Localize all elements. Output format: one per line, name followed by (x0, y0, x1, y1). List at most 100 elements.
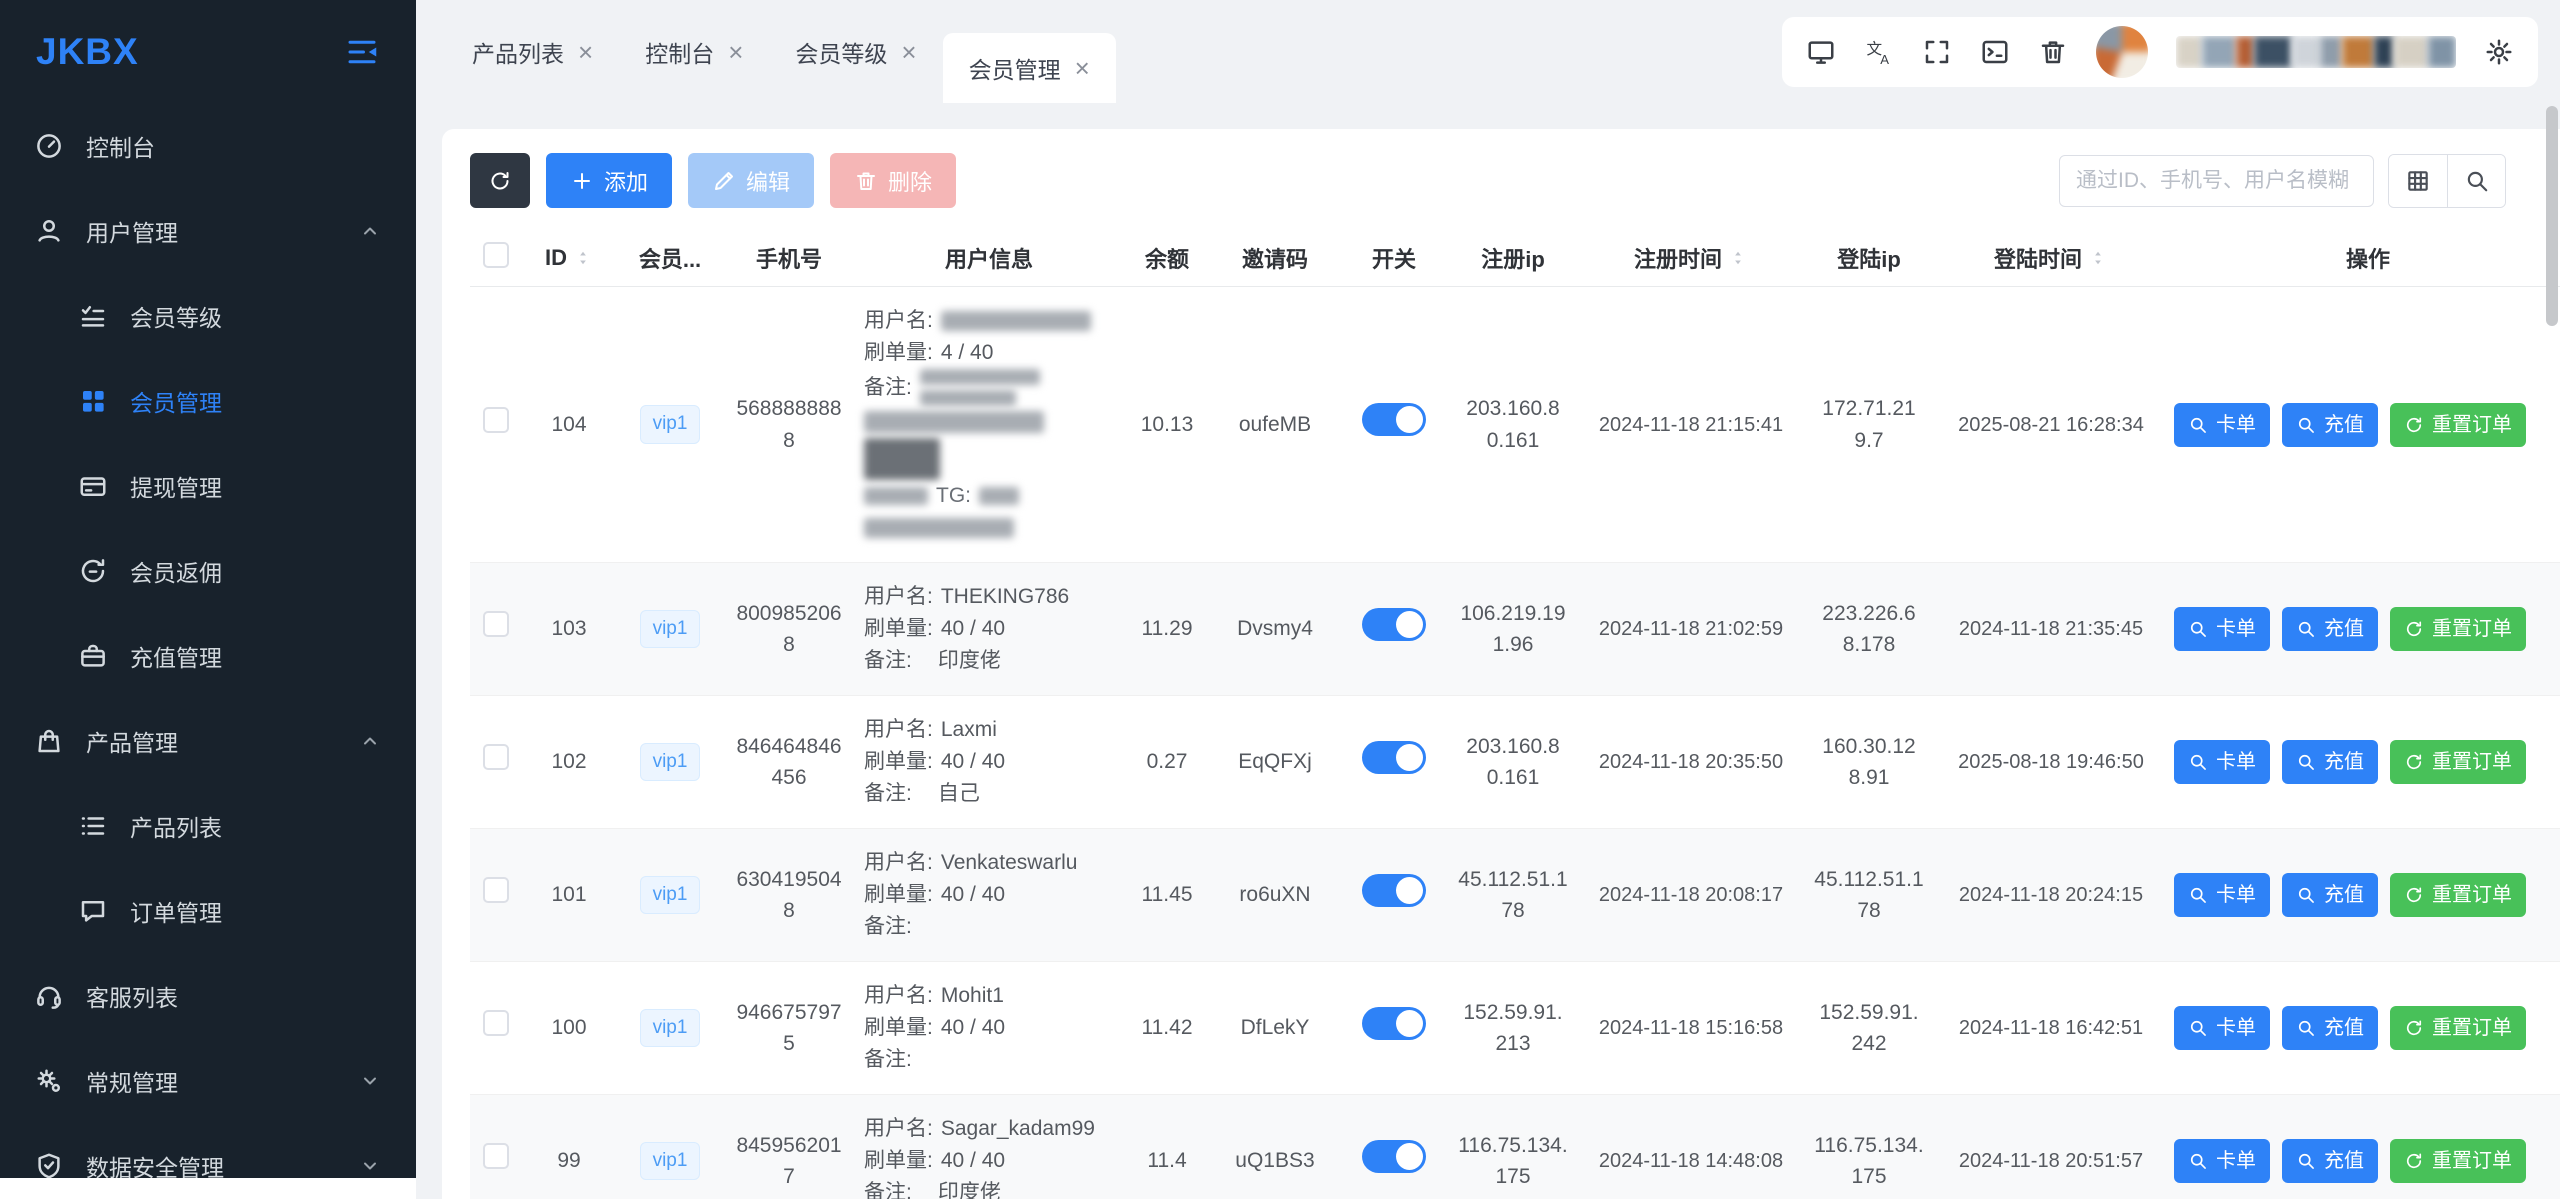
trash-icon[interactable] (2038, 37, 2068, 67)
fullscreen-icon[interactable] (1922, 37, 1952, 67)
sidebar-item-member-level[interactable]: 会员等级 (0, 273, 416, 358)
action-reset-order-button[interactable]: 重置订单 (2390, 1139, 2526, 1183)
sidebar-item-recharge-management[interactable]: 充值管理 (0, 613, 416, 698)
action-recharge-button[interactable]: 充值 (2282, 1006, 2378, 1050)
vip-badge: vip1 (640, 1142, 701, 1181)
action-reset-order-button[interactable]: 重置订单 (2390, 607, 2526, 651)
action-recharge-button[interactable]: 充值 (2282, 1139, 2378, 1183)
edit-button[interactable]: 编辑 (688, 153, 814, 208)
col-reg_ip: 注册ip (1448, 230, 1578, 287)
row-checkbox[interactable] (483, 1143, 509, 1169)
redacted-block (2236, 36, 2254, 68)
status-toggle[interactable] (1362, 608, 1426, 641)
refresh-button[interactable] (470, 153, 530, 208)
action-reset-order-button[interactable]: 重置订单 (2390, 403, 2526, 447)
cell-balance: 11.45 (1124, 829, 1210, 962)
cell-user-info: 用户名:THEKING786刷单量:40 / 40备注:印度佬 (854, 563, 1124, 696)
sidebar-item-data-security[interactable]: 数据安全管理 (0, 1123, 416, 1178)
cell-phone: 8459562017 (724, 1095, 854, 1199)
action-card-order-button[interactable]: 卡单 (2174, 607, 2270, 651)
field-label: 刷单量: (864, 746, 933, 778)
row-checkbox[interactable] (483, 611, 509, 637)
close-icon[interactable]: × (1075, 55, 1090, 81)
action-label: 卡单 (2216, 1146, 2256, 1176)
tab-product-list[interactable]: 产品列表× (446, 0, 619, 103)
user-info-line: 刷单量:40 / 40 (864, 1012, 1114, 1044)
terminal-icon[interactable] (1980, 37, 2010, 67)
col-id[interactable]: ID (522, 230, 616, 287)
close-icon[interactable]: × (728, 39, 743, 65)
status-toggle[interactable] (1362, 1007, 1426, 1040)
action-reset-order-button[interactable]: 重置订单 (2390, 740, 2526, 784)
translate-icon[interactable]: 文A (1864, 37, 1894, 67)
action-card-order-button[interactable]: 卡单 (2174, 1006, 2270, 1050)
sidebar-item-general-management[interactable]: 常规管理 (0, 1038, 416, 1123)
cell-id: 99 (522, 1095, 616, 1199)
gear-icon[interactable] (2484, 37, 2514, 67)
row-checkbox[interactable] (483, 407, 509, 433)
action-card-order-button[interactable]: 卡单 (2174, 403, 2270, 447)
row-checkbox[interactable] (483, 877, 509, 903)
sidebar-item-product-management[interactable]: 产品管理 (0, 698, 416, 783)
cell-actions: 卡单充值重置订单 (2168, 829, 2560, 962)
select-all-checkbox[interactable] (483, 242, 509, 268)
col-login_time[interactable]: 登陆时间 (1934, 230, 2168, 287)
sidebar-item-service-list[interactable]: 客服列表 (0, 953, 416, 1038)
action-reset-order-button[interactable]: 重置订单 (2390, 873, 2526, 917)
sidebar-item-product-list[interactable]: 产品列表 (0, 783, 416, 868)
status-toggle[interactable] (1362, 874, 1426, 907)
cell-actions: 卡单充值重置订单 (2168, 962, 2560, 1095)
sidebar-item-withdraw-management[interactable]: 提现管理 (0, 443, 416, 528)
action-recharge-button[interactable]: 充值 (2282, 740, 2378, 784)
tab-member-level[interactable]: 会员等级 × (769, 0, 942, 103)
sidebar-item-user-management[interactable]: 用户管理 (0, 188, 416, 273)
search-input[interactable] (2059, 155, 2374, 207)
sidebar-collapse-icon[interactable] (344, 34, 380, 70)
action-recharge-button[interactable]: 充值 (2282, 873, 2378, 917)
monitor-icon[interactable] (1806, 37, 1836, 67)
status-toggle[interactable] (1362, 403, 1426, 436)
close-icon[interactable]: × (578, 39, 593, 65)
add-button[interactable]: 添加 (546, 153, 672, 208)
field-label: 用户名: (864, 980, 933, 1012)
magnifier-icon (2188, 1151, 2208, 1171)
tab-member-management[interactable]: 会员管理× (943, 33, 1116, 103)
grid-icon (78, 386, 108, 416)
sidebar-item-dashboard[interactable]: 控制台 (0, 103, 416, 188)
avatar[interactable] (2096, 26, 2148, 78)
reset-icon (2404, 1151, 2424, 1171)
status-toggle[interactable] (1362, 1140, 1426, 1173)
row-checkbox[interactable] (483, 1010, 509, 1036)
sidebar-item-order-management[interactable]: 订单管理 (0, 868, 416, 953)
row-checkbox[interactable] (483, 744, 509, 770)
cell-phone: 8009852068 (724, 563, 854, 696)
action-recharge-button[interactable]: 充值 (2282, 403, 2378, 447)
columns-button[interactable] (2389, 155, 2447, 207)
action-card-order-button[interactable]: 卡单 (2174, 1139, 2270, 1183)
action-reset-order-button[interactable]: 重置订单 (2390, 1006, 2526, 1050)
cell-user-info: 用户名:Laxmi刷单量:40 / 40备注:自己 (854, 696, 1124, 829)
cell-register-time: 2024-11-18 21:15:41 (1578, 287, 1804, 563)
action-card-order-button[interactable]: 卡单 (2174, 740, 2270, 784)
status-toggle[interactable] (1362, 741, 1426, 774)
text-value: 自己 (938, 778, 980, 810)
action-card-order-button[interactable]: 卡单 (2174, 873, 2270, 917)
tab-label: 会员等级 (795, 35, 887, 69)
cell-id: 101 (522, 829, 616, 962)
tab-console[interactable]: 控制台× (619, 0, 769, 103)
delete-button[interactable]: 删除 (830, 153, 956, 208)
cell-switch (1340, 696, 1448, 829)
action-label: 卡单 (2216, 410, 2256, 440)
search-button[interactable] (2447, 155, 2505, 207)
col-reg_time[interactable]: 注册时间 (1578, 230, 1804, 287)
redacted-block (920, 390, 1016, 406)
action-label: 卡单 (2216, 747, 2256, 777)
text-value: 40 / 40 (941, 1012, 1005, 1044)
sidebar-item-member-rebate[interactable]: 会员返佣 (0, 528, 416, 613)
close-icon[interactable]: × (901, 39, 916, 65)
scrollbar-thumb[interactable] (2546, 106, 2558, 326)
window-scrollbar[interactable] (2546, 0, 2558, 1199)
user-info-line: 备注:印度佬 (864, 1177, 1114, 1199)
action-recharge-button[interactable]: 充值 (2282, 607, 2378, 651)
sidebar-item-member-management[interactable]: 会员管理 (0, 358, 416, 443)
